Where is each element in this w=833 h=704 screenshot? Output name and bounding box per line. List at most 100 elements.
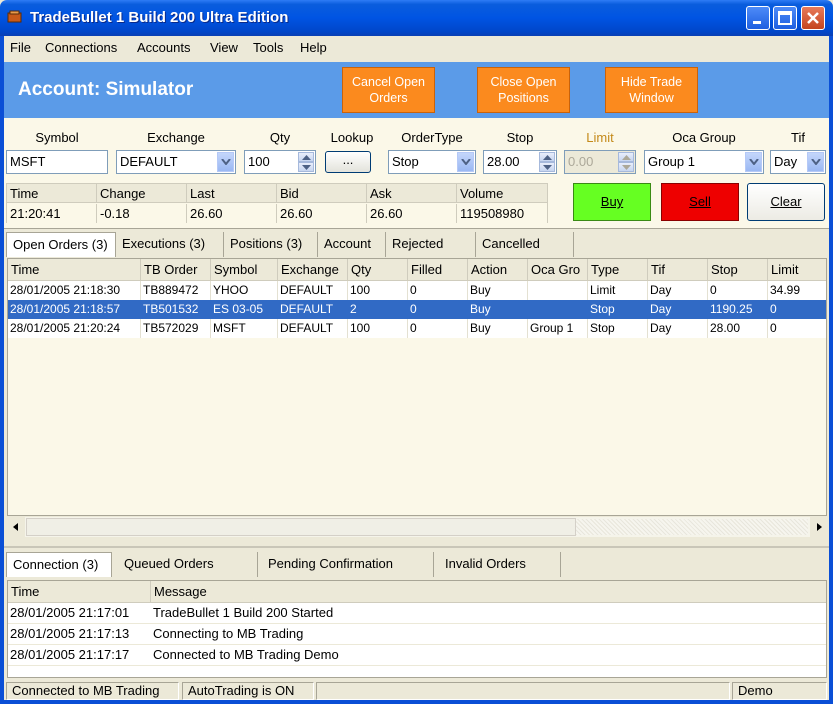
log-cell: 28/01/2005 21:17:13	[10, 626, 130, 641]
chevron-down-icon[interactable]	[457, 152, 474, 172]
minimize-button[interactable]	[746, 6, 770, 30]
table-cell: YHOO	[211, 281, 278, 300]
table-row[interactable]: 28/01/2005 21:20:24 TB572029 MSFT DEFAULT 10…	[8, 319, 826, 338]
tif-value: Day	[774, 154, 798, 169]
menu-file[interactable]: File	[10, 40, 31, 55]
symbol-label: Symbol	[35, 130, 79, 145]
table-cell: Stop	[588, 300, 648, 319]
app-icon	[7, 10, 22, 23]
tab-connection[interactable]: Connection (3)	[6, 552, 112, 577]
spin-down-icon[interactable]	[298, 162, 314, 172]
button-label: Close Open	[490, 75, 557, 89]
menu-help[interactable]: Help	[300, 40, 327, 55]
tab-queued-orders[interactable]: Queued Orders	[112, 552, 258, 577]
log-column-header[interactable]: Time	[8, 581, 151, 603]
quote-header-bid: Bid	[277, 184, 367, 203]
orders-column-header[interactable]: Oca Gro	[528, 259, 588, 281]
menu-tools[interactable]: Tools	[253, 40, 283, 55]
orders-column-header[interactable]: Time	[8, 259, 141, 281]
scrollbar-thumb[interactable]	[26, 518, 576, 536]
symbol-input[interactable]: MSFT	[6, 150, 108, 174]
buy-button[interactable]: Buy	[573, 183, 651, 221]
orders-column-header[interactable]: Stop	[708, 259, 768, 281]
menu-connections[interactable]: Connections	[45, 40, 117, 55]
spin-up-icon	[618, 152, 634, 162]
account-title: Account: Simulator	[18, 79, 194, 100]
tif-label: Tif	[791, 130, 805, 145]
orders-column-header[interactable]: Filled	[408, 259, 468, 281]
close-open-positions-button[interactable]: Close Open Positions	[477, 67, 570, 113]
scroll-right-icon[interactable]	[810, 517, 827, 537]
list-item[interactable]: 28/01/2005 21:17:13 Connecting to MB Trad…	[8, 624, 826, 645]
ordertype-label: OrderType	[401, 130, 463, 145]
menu-view[interactable]: View	[210, 40, 238, 55]
scroll-left-icon[interactable]	[8, 517, 25, 537]
table-row[interactable]: 28/01/2005 21:18:57 TB501532 ES 03-05 DEFAU…	[8, 300, 826, 319]
spin-up-icon[interactable]	[298, 152, 314, 162]
quote-header-time: Time	[7, 184, 97, 203]
table-cell: Buy	[468, 300, 528, 319]
menu-accounts[interactable]: Accounts	[137, 40, 190, 55]
tab-executions[interactable]: Executions (3)	[116, 232, 224, 257]
tab-invalid-orders[interactable]: Invalid Orders	[434, 552, 561, 577]
log-cell: Connected to MB Trading Demo	[153, 647, 339, 662]
limit-value: 0.00	[568, 154, 594, 169]
cancel-open-orders-button[interactable]: Cancel Open Orders	[342, 67, 435, 113]
list-item[interactable]: 28/01/2005 21:17:17 Connected to MB Tradi…	[8, 645, 826, 666]
title-bar[interactable]: TradeBullet 1 Build 200 Ultra Edition	[0, 0, 833, 36]
quote-volume: 119508980	[457, 204, 548, 223]
table-cell: Day	[648, 300, 708, 319]
exchange-value: DEFAULT	[120, 154, 178, 169]
tab-cancelled[interactable]: Cancelled	[476, 232, 574, 257]
spin-up-icon[interactable]	[539, 152, 555, 162]
table-cell: 100	[348, 319, 408, 338]
orders-column-header[interactable]: Limit	[768, 259, 826, 281]
orders-column-header[interactable]: TB Order	[141, 259, 211, 281]
table-cell	[528, 281, 588, 300]
lookup-button[interactable]: ...	[325, 151, 371, 173]
exchange-label: Exchange	[147, 130, 205, 145]
orders-column-header[interactable]: Symbol	[211, 259, 278, 281]
exchange-select[interactable]: DEFAULT	[116, 150, 236, 174]
log-column-header[interactable]: Message	[151, 581, 826, 603]
orders-column-header[interactable]: Exchange	[278, 259, 348, 281]
stop-spinner[interactable]: 28.00	[483, 150, 557, 174]
hide-trade-window-button[interactable]: Hide Trade Window	[605, 67, 698, 113]
scrollbar-track[interactable]	[576, 519, 808, 535]
chevron-down-icon[interactable]	[745, 152, 762, 172]
oca-group-select[interactable]: Group 1	[644, 150, 764, 174]
chevron-down-icon[interactable]	[807, 152, 824, 172]
close-button[interactable]	[801, 6, 825, 30]
spin-down-icon	[618, 162, 634, 172]
orders-column-header[interactable]: Tif	[648, 259, 708, 281]
orders-column-header[interactable]: Qty	[348, 259, 408, 281]
tab-positions[interactable]: Positions (3)	[224, 232, 318, 257]
list-item[interactable]: 28/01/2005 21:17:01 TradeBullet 1 Build 2…	[8, 603, 826, 624]
oca-group-label: Oca Group	[672, 130, 736, 145]
qty-value: 100	[248, 154, 270, 169]
table-cell: Day	[648, 281, 708, 300]
button-label: Window	[629, 91, 674, 105]
quote-time: 21:20:41	[7, 204, 97, 223]
oca-group-value: Group 1	[648, 154, 695, 169]
tab-open-orders[interactable]: Open Orders (3)	[6, 232, 116, 257]
tab-rejected[interactable]: Rejected	[386, 232, 476, 257]
qty-spinner[interactable]: 100	[244, 150, 316, 174]
sell-button[interactable]: Sell	[661, 183, 739, 221]
tab-account[interactable]: Account	[318, 232, 386, 257]
table-cell: 28/01/2005 21:18:57	[8, 300, 141, 319]
horizontal-scrollbar[interactable]	[8, 517, 827, 537]
close-icon	[807, 12, 819, 24]
chevron-down-icon[interactable]	[217, 152, 234, 172]
table-cell: 2	[348, 300, 408, 319]
orders-column-header[interactable]: Action	[468, 259, 528, 281]
spin-down-icon[interactable]	[539, 162, 555, 172]
limit-label: Limit	[586, 130, 614, 145]
clear-button[interactable]: Clear	[747, 183, 825, 221]
ordertype-select[interactable]: Stop	[388, 150, 476, 174]
tab-pending-confirmation[interactable]: Pending Confirmation	[258, 552, 434, 577]
tif-select[interactable]: Day	[770, 150, 826, 174]
orders-column-header[interactable]: Type	[588, 259, 648, 281]
table-row[interactable]: 28/01/2005 21:18:30 TB889472 YHOO DEFAULT 10…	[8, 281, 826, 300]
maximize-button[interactable]	[773, 6, 797, 30]
